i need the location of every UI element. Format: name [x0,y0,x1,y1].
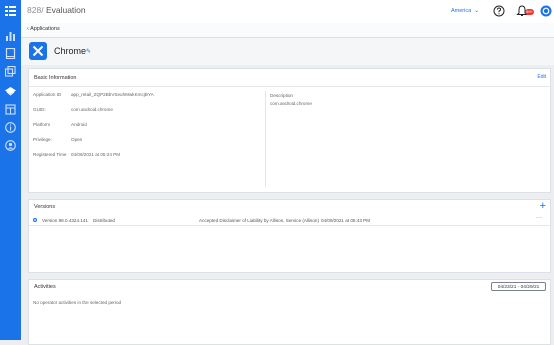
app-name: Chrome [54,46,87,56]
versions-title: Versions [34,204,56,210]
field-value: com.android.chrome [71,107,113,112]
app-header: Chrome ✎ [21,38,554,65]
more-options-icon[interactable]: ··· [536,215,542,221]
help-icon[interactable] [493,5,505,17]
table-row[interactable]: Version 88.0.4324.141 Distributed Accept… [29,215,550,226]
chevron-down-icon: ⌄ [474,8,480,14]
layers-icon[interactable] [5,66,16,77]
page-title: 828/ Evaluation [27,5,86,15]
column-divider [265,91,266,187]
status-dot-icon [33,218,37,222]
menu-icon[interactable] [5,5,16,16]
description-value: com.android.chrome [270,101,312,106]
field-label: Platform [33,122,51,127]
field-value: Android [71,122,87,127]
field-value: 04/09/2021 at 05:24 PM [71,152,121,157]
activities-card: Activities 04/23/21 - 04/29/21 No operat… [28,279,551,345]
empty-state-text: No operator activities in the selected p… [33,300,122,305]
activities-title: Activities [34,284,56,290]
versions-card: Versions + Version 88.0.4324.141 Distrib… [28,199,551,273]
project-name: Evaluation [45,5,86,15]
info-icon[interactable] [5,122,16,133]
sidebar [0,0,21,340]
back-link[interactable]: ‹ Applications [27,26,60,32]
version-number: Version 88.0.4324.141 [42,217,88,223]
version-time: 04/09/2021 at 05:43 PM [321,217,371,223]
back-label: Applications [30,26,60,32]
store-icon[interactable] [5,104,16,115]
field-label: GUID: [33,107,46,112]
top-bar: 828/ Evaluation America ⌄ 99+ [21,0,554,24]
region-selector[interactable]: America ⌄ [451,7,479,14]
field-value: Open [71,137,83,142]
field-label: Application ID [33,92,62,97]
bar-chart-icon[interactable] [5,30,16,41]
version-note: Accepted Disclaimer of Liability by Alli… [199,217,319,223]
region-label: America [451,8,472,14]
add-version-icon[interactable]: + [540,201,546,212]
field-label: Registered Time [33,152,67,157]
chevron-left-icon: ‹ [27,26,29,32]
basic-info-title: Basic Information [34,75,77,81]
apps-icon[interactable] [5,85,16,96]
person-icon[interactable] [5,140,16,151]
basic-info-card: Basic Information Edit Application ID ap… [28,68,551,193]
org-id: 828 [27,5,42,15]
date-range-picker[interactable]: 04/23/21 - 04/29/21 [491,282,546,291]
field-label: Privilege: [33,137,52,142]
account-icon[interactable] [540,5,552,17]
version-status: Distributed [93,217,115,223]
device-icon[interactable] [5,48,16,59]
card-header [29,69,550,87]
app-icon [29,42,47,60]
edit-button[interactable]: Edit [537,74,546,80]
notification-badge: 99+ [525,9,534,15]
title-separator: / [41,5,44,15]
description-label: Description [270,93,293,98]
breadcrumb: ‹ Applications [21,23,554,38]
field-value: app_retail_ZQP2BbVSeuhMwkKmcjBYA [71,92,154,97]
pencil-icon[interactable]: ✎ [86,48,91,55]
